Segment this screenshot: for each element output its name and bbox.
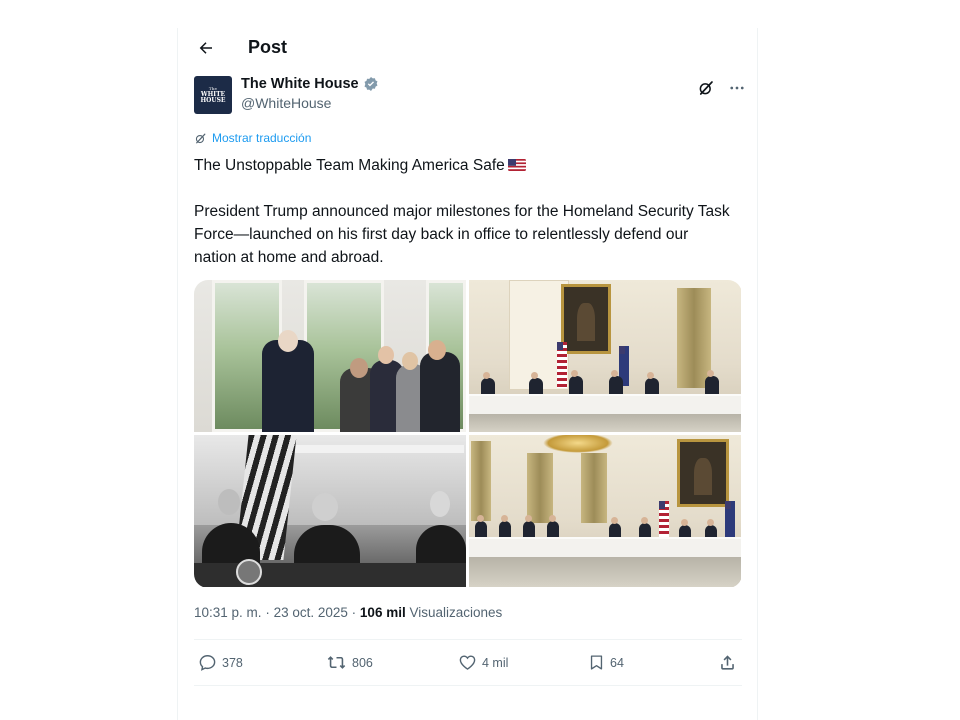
person-head — [350, 358, 368, 378]
seal-decor — [236, 559, 262, 585]
person-head — [428, 340, 446, 360]
post-headline: The Unstoppable Team Making America Safe — [194, 157, 505, 174]
attendee — [499, 515, 511, 537]
curtain — [581, 453, 607, 523]
reply-button[interactable]: 378 — [198, 653, 243, 672]
person-shape — [420, 352, 460, 432]
page-title: Post — [248, 37, 288, 57]
post-line-1: The Unstoppable Team Making America Safe — [194, 154, 734, 177]
arrow-left-icon — [199, 42, 212, 54]
curtain — [677, 288, 711, 388]
photo-4[interactable] — [469, 435, 741, 587]
desk — [194, 563, 466, 587]
repost-button[interactable]: 806 — [326, 653, 373, 672]
attendee — [705, 370, 719, 396]
share-icon — [721, 655, 734, 670]
like-button[interactable]: 4 mil — [458, 653, 508, 672]
grok-icon — [699, 81, 713, 95]
post-date[interactable]: 23 oct. 2025 — [274, 605, 348, 620]
translate-label: Mostrar traducción — [212, 131, 312, 145]
meta-separator: · — [351, 605, 357, 620]
grok-icon-small — [195, 133, 206, 143]
photo-2[interactable] — [469, 280, 741, 432]
repost-count: 806 — [352, 655, 373, 670]
table — [469, 537, 741, 559]
photo-1[interactable] — [194, 280, 466, 432]
post-meta: 10:31 p. m. · 23 oct. 2025 · 106 mil Vis… — [194, 605, 502, 620]
person-head — [378, 346, 394, 364]
avatar-text-3: HOUSE — [200, 97, 226, 104]
divider — [194, 639, 742, 640]
bookmark-icon — [590, 655, 603, 670]
post-column: Post The WHITE HOUSE The White House @Wh… — [177, 28, 758, 720]
divider — [194, 685, 742, 686]
floor — [469, 414, 741, 432]
person-head — [402, 352, 418, 370]
attendee — [569, 370, 583, 396]
repost-icon — [327, 656, 346, 669]
flag-decor — [659, 501, 669, 541]
attendee — [547, 515, 559, 537]
verified-badge-icon — [364, 77, 378, 91]
reply-count: 378 — [222, 655, 243, 670]
display-name[interactable]: The White House — [241, 76, 359, 92]
views-count: 106 mil — [359, 605, 406, 620]
flag-decor — [725, 501, 735, 541]
back-button[interactable] — [192, 34, 220, 62]
person-head — [218, 489, 240, 515]
portrait — [561, 284, 611, 354]
author-row: The WHITE HOUSE The White House @WhiteHo… — [194, 76, 744, 116]
portrait — [677, 439, 729, 507]
person-shape — [262, 340, 314, 432]
post-time[interactable]: 10:31 p. m. — [194, 605, 262, 620]
translate-link[interactable]: Mostrar traducción — [194, 131, 311, 145]
chandelier — [543, 435, 613, 453]
person-head — [430, 491, 450, 517]
floor — [469, 557, 741, 587]
attendee — [523, 515, 535, 537]
person-head — [312, 493, 338, 521]
bookmark-button[interactable]: 64 — [588, 653, 624, 672]
reply-icon — [199, 655, 216, 671]
meta-separator: · — [265, 605, 270, 620]
attendee — [475, 515, 487, 537]
attendee — [609, 370, 623, 396]
heart-icon — [459, 655, 476, 670]
grok-button[interactable] — [696, 78, 716, 98]
photo-3[interactable] — [194, 435, 466, 587]
media-grid — [194, 280, 742, 588]
person-head — [278, 330, 298, 352]
post-text: The Unstoppable Team Making America Safe… — [194, 154, 734, 269]
views-label: Visualizaciones — [409, 605, 503, 620]
like-count: 4 mil — [482, 655, 509, 670]
post-body: President Trump announced major mileston… — [194, 203, 730, 266]
share-button[interactable] — [718, 653, 737, 672]
more-dots-icon — [730, 86, 744, 90]
user-handle[interactable]: @WhiteHouse — [241, 95, 331, 111]
avatar[interactable]: The WHITE HOUSE — [194, 76, 232, 114]
more-options-button[interactable] — [726, 78, 748, 98]
bookmark-count: 64 — [610, 655, 624, 670]
curtain — [471, 441, 491, 521]
name-line: The White House — [241, 76, 379, 92]
curtain — [527, 453, 553, 523]
action-bar: 378 806 4 mil 64 — [194, 648, 742, 678]
header: Post — [178, 28, 757, 68]
us-flag-icon — [507, 155, 526, 171]
flag-decor — [557, 342, 567, 388]
